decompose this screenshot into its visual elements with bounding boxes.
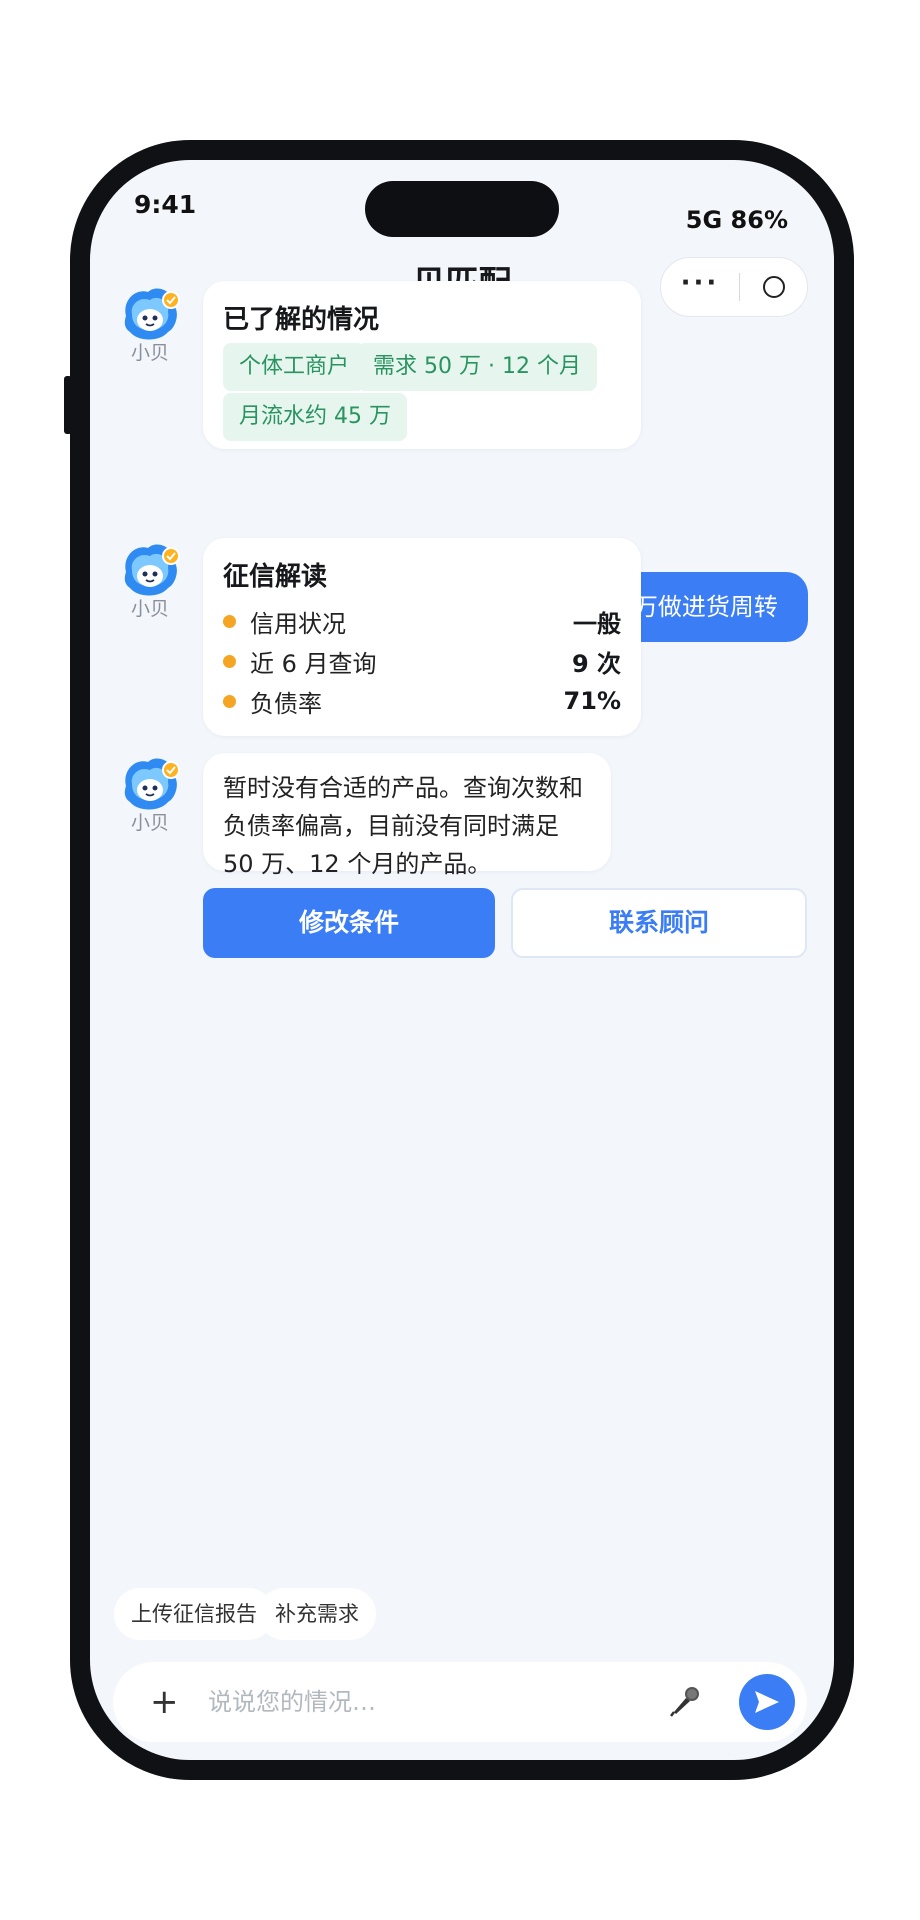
credit-row: 负债率 71% bbox=[223, 681, 621, 721]
credit-row: 信用状况 一般 bbox=[223, 601, 621, 641]
assistant-avatar-icon bbox=[124, 758, 180, 810]
mini-program-capsule: ··· bbox=[660, 257, 808, 317]
result-message-text: 暂时没有合适的产品。查询次数和负债率偏高，目前没有同时满足 50 万、12 个月… bbox=[223, 774, 583, 878]
quick-chip-upload-credit-report[interactable]: 上传征信报告 bbox=[114, 1588, 274, 1640]
assistant-avatar-icon bbox=[124, 288, 180, 340]
bullet-dot-icon bbox=[223, 614, 236, 628]
status-network-battery: 5G 86% bbox=[685, 206, 788, 234]
credit-row-label: 近 6 月查询 bbox=[250, 649, 377, 678]
result-card: 暂时没有合适的产品。查询次数和负债率偏高，目前没有同时满足 50 万、12 个月… bbox=[203, 753, 611, 878]
microphone-icon[interactable] bbox=[665, 1682, 705, 1722]
close-button[interactable] bbox=[740, 276, 807, 298]
tag-loan-need: 需求 50 万 · 12 个月 bbox=[357, 343, 597, 391]
tag-monthly-flow: 月流水约 45 万 bbox=[223, 393, 407, 441]
chat-input-bar: + bbox=[113, 1662, 807, 1742]
credit-row-label: 信用状况 bbox=[250, 609, 346, 638]
send-button[interactable] bbox=[739, 1674, 795, 1730]
assistant-name: 小贝 bbox=[130, 598, 169, 620]
phone-screen: 9:41 5G 86% 贝匹配 AI 贷款顾问 ··· 小贝 已了解的情况 个体… bbox=[90, 160, 834, 1760]
status-time: 9:41 bbox=[134, 190, 197, 219]
contact-advisor-button[interactable]: 联系顾问 bbox=[511, 888, 807, 958]
assistant-avatar-icon bbox=[124, 544, 180, 596]
credit-title: 征信解读 bbox=[223, 562, 328, 592]
credit-row-value: 9 次 bbox=[571, 649, 621, 678]
phone-side-button bbox=[64, 376, 72, 434]
credit-row-label: 负债率 bbox=[250, 689, 322, 718]
more-menu-button[interactable]: ··· bbox=[661, 253, 739, 313]
assistant-name: 小贝 bbox=[130, 342, 169, 364]
assistant-name: 小贝 bbox=[130, 812, 169, 834]
credit-row: 近 6 月查询 9 次 bbox=[223, 641, 621, 681]
dynamic-island bbox=[365, 181, 559, 237]
summary-title: 已了解的情况 bbox=[223, 305, 380, 335]
bullet-dot-icon bbox=[223, 694, 236, 708]
close-circle-icon bbox=[762, 276, 785, 298]
bullet-dot-icon bbox=[223, 654, 236, 668]
modify-conditions-button[interactable]: 修改条件 bbox=[203, 888, 495, 958]
plus-icon[interactable]: + bbox=[150, 1680, 179, 1724]
send-icon bbox=[755, 1691, 779, 1713]
tag-business-type: 个体工商户 bbox=[223, 343, 366, 391]
credit-row-value: 71% bbox=[563, 687, 621, 715]
credit-card: 征信解读 信用状况 一般 近 6 月查询 9 次 负债率 71% bbox=[203, 538, 641, 736]
summary-card: 已了解的情况 个体工商户 需求 50 万 · 12 个月 月流水约 45 万 bbox=[203, 281, 641, 449]
credit-row-value: 一般 bbox=[573, 609, 621, 638]
quick-chip-supplement-needs[interactable]: 补充需求 bbox=[258, 1588, 376, 1640]
chat-input[interactable] bbox=[208, 1680, 568, 1724]
